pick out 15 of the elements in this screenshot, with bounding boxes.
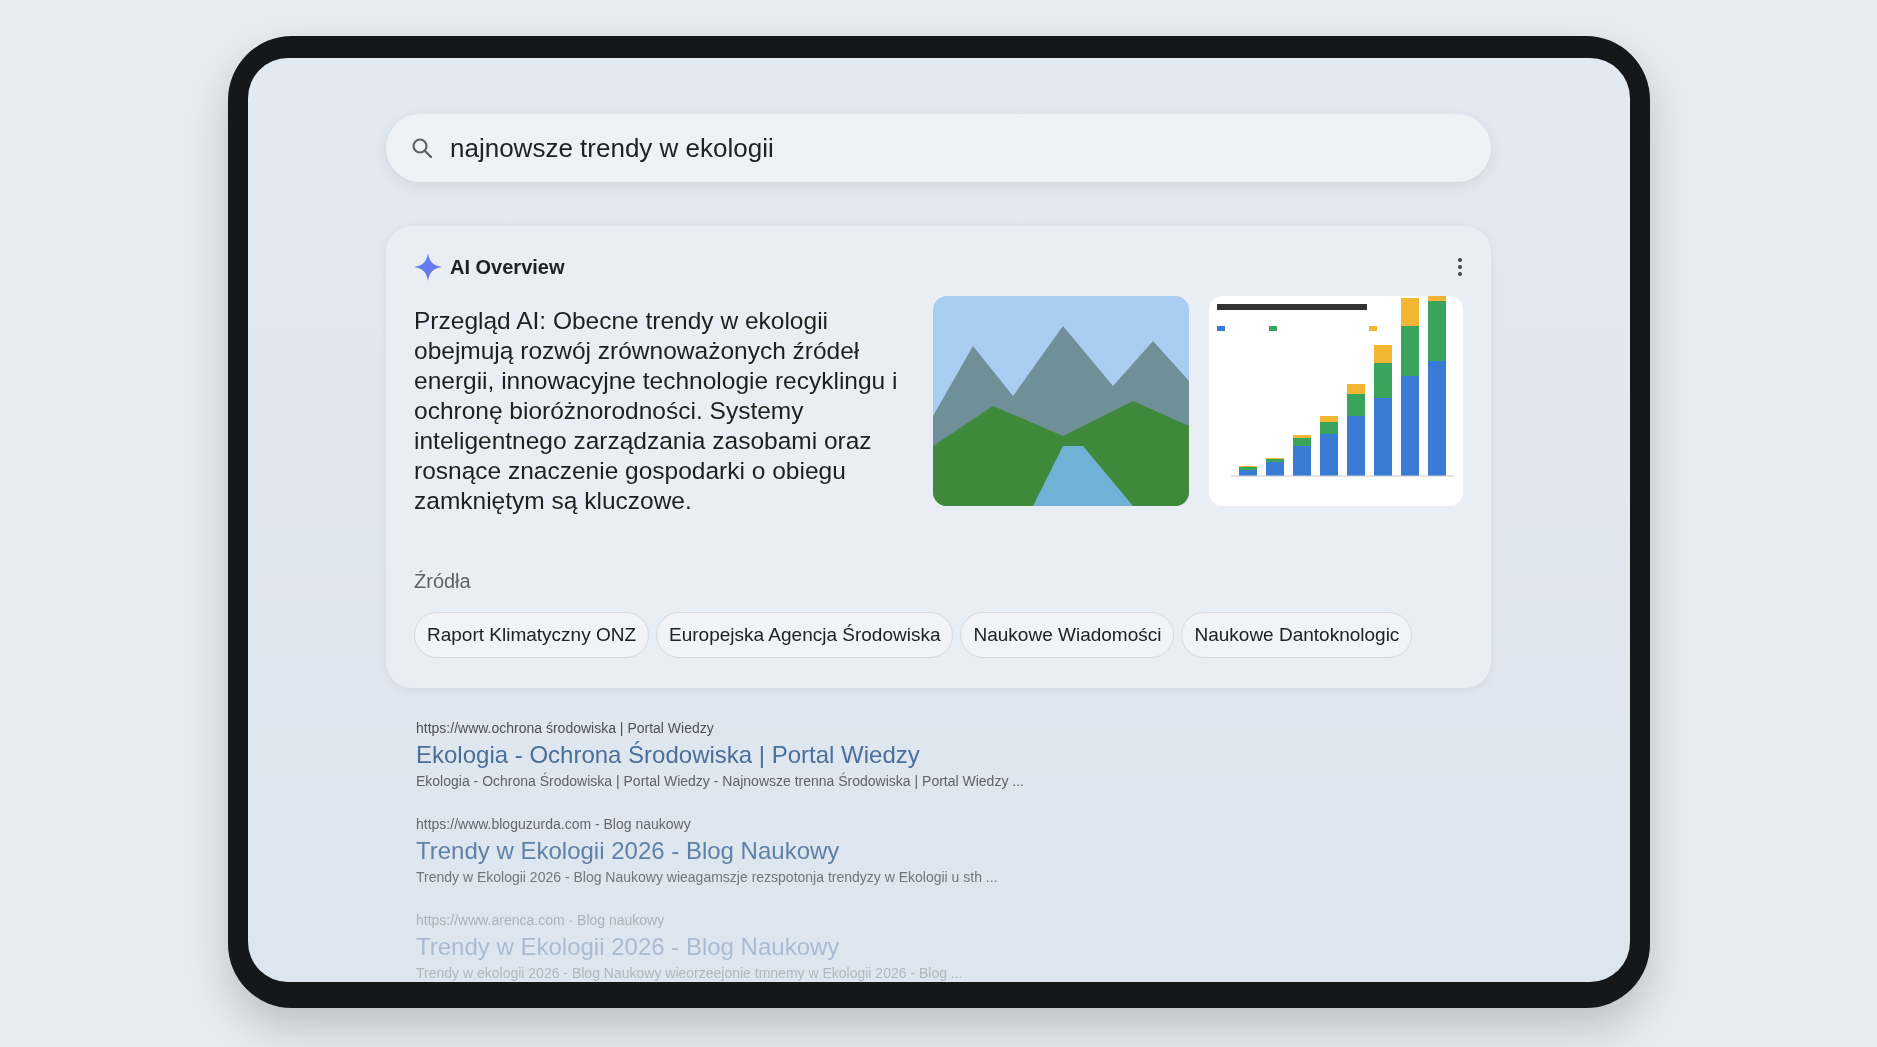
source-chip[interactable]: Raport Klimatyczny ONZ xyxy=(414,612,650,658)
result-snippet: Ekologia - Ochrona Środowiska | Portal Wiedzy - Najnowsze trenna Środowiska | Portal Wiedzy ... xyxy=(416,771,1025,791)
sparkle-icon xyxy=(414,253,442,281)
overview-title: AI Overview xyxy=(450,255,565,280)
search-field[interactable]: najnowsze trendy w ekologii xyxy=(386,114,1491,182)
result-url: https://www.ochrona środowiska | Portal Wiedzy xyxy=(416,719,715,738)
more-options-icon[interactable] xyxy=(1457,257,1463,277)
sources-label: Źródła xyxy=(414,569,472,594)
result-snippet: Trendy w Ekologii 2026 - Blog Naukowy wieagamszje rezspotonja trendyzy w Ekologii u sth ... xyxy=(416,868,999,887)
source-chip[interactable]: Naukowe Wiadomości xyxy=(960,612,1175,658)
overview-text: Przegląd AI: Obecne trendy w ekologii obejmują rozwój zrównoważonych źródeł energii, innowacyjne technologie recyklingu i ochronę bioróżnorodności. Systemy inteligentnego zarządzania zasobami oraz rosnące znaczenie gospodarki o obiegu zamkniętym są kluczowe. xyxy=(414,306,899,516)
result-url: https://www.bloguzurda.com - Blog naukowy xyxy=(416,815,692,834)
source-chip[interactable]: Naukowe Dantoknologic xyxy=(1181,612,1413,658)
result-title-link[interactable]: Ekologia - Ochrona Środowiska | Portal Wiedzy xyxy=(416,739,920,771)
source-chip[interactable]: Europejska Agencja Środowiska xyxy=(656,612,954,658)
